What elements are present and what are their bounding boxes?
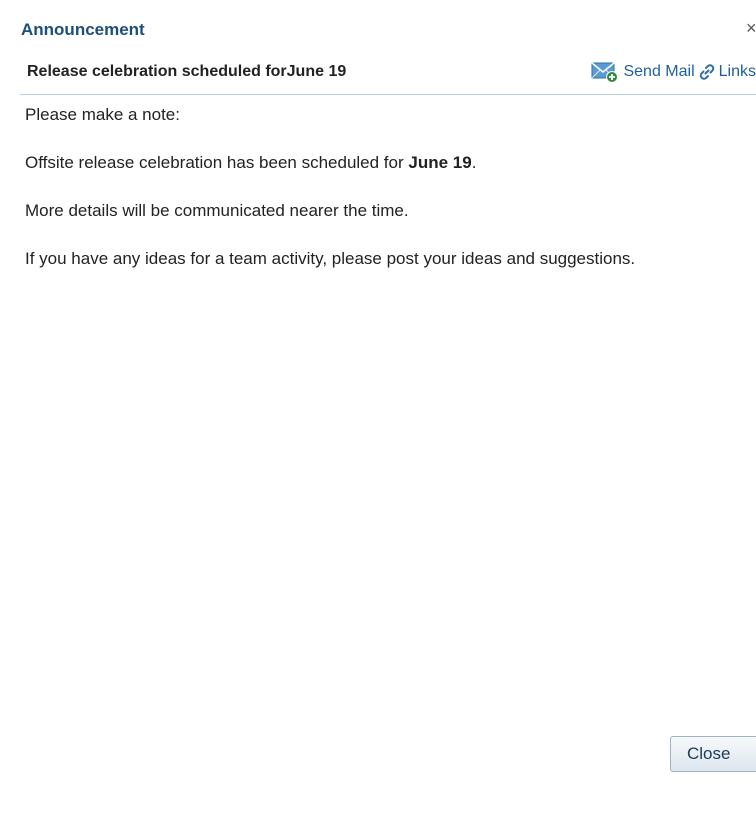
links-label: Links [718, 63, 756, 80]
body-schedule-date: June 19 [408, 153, 472, 172]
announcement-body: Please make a note: Offsite release cele… [25, 104, 725, 269]
send-mail-label: Send Mail [623, 63, 695, 80]
announcement-header: Release celebration scheduled forJune 19… [20, 58, 756, 95]
dialog-title: Announcement [21, 20, 145, 39]
close-icon[interactable]: × [746, 18, 756, 38]
body-schedule: Offsite release celebration has been sch… [25, 152, 725, 173]
announcement-dialog: Announcement × Release celebration sched… [0, 0, 756, 837]
mail-add-icon [591, 60, 619, 84]
announcement-subject: Release celebration scheduled forJune 19 [27, 63, 347, 80]
body-schedule-period: . [471, 153, 477, 172]
send-mail-link[interactable]: Send Mail [591, 60, 695, 84]
links-link[interactable]: Links [695, 62, 756, 82]
body-ideas: If you have any ideas for a team activit… [25, 249, 636, 268]
body-intro: Please make a note: [25, 105, 180, 124]
header-actions: Send Mail Links [591, 60, 756, 84]
body-schedule-text: Offsite release celebration has been sch… [25, 153, 409, 172]
chain-link-icon [697, 62, 717, 82]
body-details: More details will be communicated nearer… [25, 201, 409, 220]
close-button[interactable]: Close [670, 736, 756, 772]
